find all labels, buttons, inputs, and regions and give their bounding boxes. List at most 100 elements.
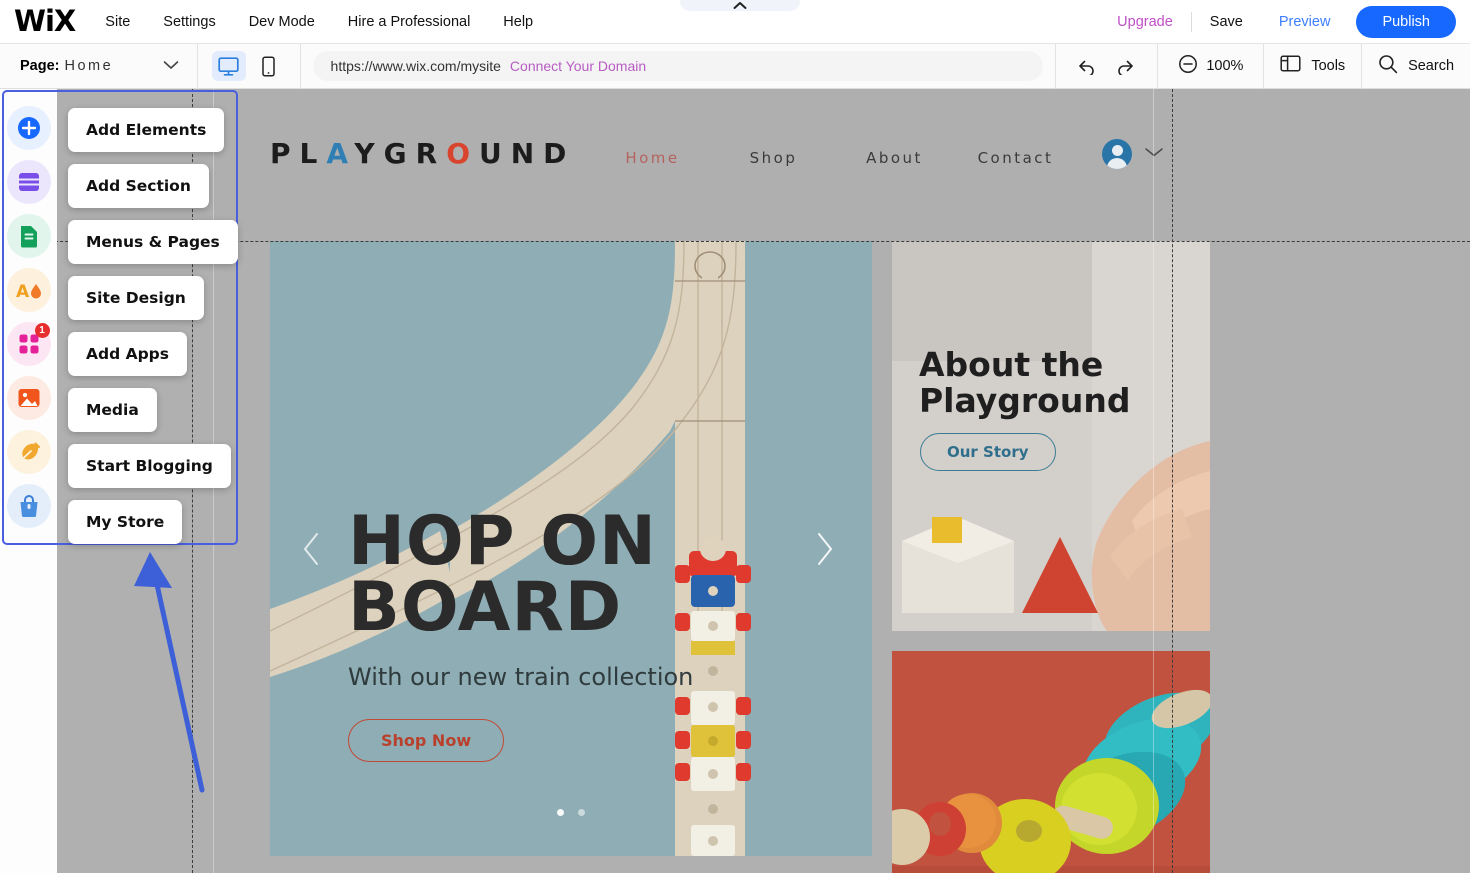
toys-photo (892, 651, 1210, 873)
sidebar-item-site-design[interactable]: A (7, 268, 51, 312)
menu-row: My Store (68, 500, 238, 556)
about-card-title: About the Playground (919, 347, 1130, 418)
redo-icon[interactable] (1111, 51, 1141, 81)
store-bag-icon (17, 493, 41, 519)
account-menu[interactable] (1102, 139, 1164, 169)
sidebar-item-add-section[interactable] (7, 160, 51, 204)
menu-item-help[interactable]: Help (503, 14, 533, 30)
carousel-prev-button[interactable] (292, 529, 332, 569)
menu-row: Add Apps (68, 332, 238, 388)
site-url-bar[interactable]: https://www.wix.com/mysite Connect Your … (313, 51, 1043, 81)
toys-card[interactable] (892, 651, 1210, 873)
menus-and-pages-button[interactable]: Menus & Pages (68, 220, 238, 264)
our-story-button[interactable]: Our Story (920, 433, 1056, 471)
apps-badge-count: 1 (35, 323, 50, 338)
nav-link-home[interactable]: Home (592, 149, 713, 167)
menu-row: Media (68, 388, 238, 444)
hero-title-line2: BOARD (348, 575, 693, 641)
upgrade-link[interactable]: Upgrade (1099, 14, 1191, 30)
media-image-icon (16, 387, 42, 409)
search-button[interactable]: Search (1362, 44, 1470, 89)
search-icon (1378, 54, 1398, 79)
guide-vertical-right (1172, 89, 1173, 873)
save-button[interactable]: Save (1192, 14, 1261, 30)
carousel-dot-2[interactable] (578, 809, 585, 816)
divider (300, 44, 301, 89)
publish-button[interactable]: Publish (1356, 6, 1456, 38)
svg-text:A: A (16, 282, 30, 302)
zoom-out-icon[interactable] (1178, 54, 1198, 79)
carousel-dot-1[interactable] (557, 809, 564, 816)
about-title-line2: Playground (919, 383, 1130, 419)
connect-domain-link[interactable]: Connect Your Domain (510, 58, 646, 74)
menu-item-dev-mode[interactable]: Dev Mode (249, 14, 315, 30)
site-design-button[interactable]: Site Design (68, 276, 204, 320)
shop-now-button[interactable]: Shop Now (348, 719, 504, 762)
history-controls (1055, 44, 1157, 89)
my-store-button[interactable]: My Store (68, 500, 182, 544)
carousel-next-button[interactable] (804, 529, 844, 569)
section-stack-icon (16, 170, 42, 194)
hero-slideshow[interactable]: HOP ON BOARD With our new train collecti… (270, 241, 872, 856)
add-apps-button[interactable]: Add Apps (68, 332, 187, 376)
mobile-icon[interactable] (252, 51, 286, 81)
editor-left-rail: A 1 (0, 90, 57, 874)
menu-row: Start Blogging (68, 444, 238, 500)
sidebar-item-add-elements[interactable] (7, 106, 51, 150)
sidebar-item-media[interactable] (7, 376, 51, 420)
menu-item-hire-a-professional[interactable]: Hire a Professional (348, 14, 471, 30)
site-navigation: Home Shop About Contact (592, 149, 1076, 167)
site-logo[interactable]: PLAYGROUND (270, 137, 575, 170)
zoom-control[interactable]: 100% (1158, 44, 1263, 89)
logo-part-1: PL (270, 137, 326, 170)
logo-part-a: A (326, 137, 354, 170)
menu-row: Add Elements (68, 108, 238, 164)
sidebar-item-add-apps[interactable]: 1 (7, 322, 51, 366)
nav-link-contact[interactable]: Contact (955, 149, 1076, 167)
media-button[interactable]: Media (68, 388, 157, 432)
editor-toolbar: Page: Home https://www.wix.com/mysite Co… (0, 44, 1470, 89)
hero-text-block: HOP ON BOARD With our new train collecti… (348, 509, 693, 762)
wix-logo[interactable]: WiX (14, 7, 75, 36)
about-title-line1: About the (919, 347, 1130, 383)
site-design-icon: A (15, 278, 43, 302)
chevron-up-icon (733, 1, 747, 10)
about-card[interactable]: About the Playground Our Story (892, 241, 1210, 631)
page-selector[interactable]: Page: Home (0, 44, 197, 89)
add-section-button[interactable]: Add Section (68, 164, 209, 208)
chevron-right-icon (812, 531, 836, 567)
search-label: Search (1408, 58, 1454, 74)
logo-part-o: O (446, 137, 479, 170)
menu-row: Menus & Pages (68, 220, 238, 276)
nav-link-shop[interactable]: Shop (713, 149, 834, 167)
collapsed-panel-tab[interactable] (680, 0, 800, 11)
blog-pen-icon (16, 439, 42, 465)
zoom-level-label: 100% (1206, 58, 1243, 74)
account-avatar-icon (1102, 139, 1132, 169)
site-url-text: https://www.wix.com/mysite (331, 58, 501, 74)
start-blogging-button[interactable]: Start Blogging (68, 444, 231, 488)
sidebar-item-start-blogging[interactable] (7, 430, 51, 474)
menu-item-site[interactable]: Site (105, 14, 130, 30)
page-selector-value: Home (65, 58, 114, 74)
desktop-icon[interactable] (212, 51, 246, 81)
tools-button[interactable]: Tools (1264, 44, 1361, 89)
section-edge-right (1153, 89, 1154, 873)
sidebar-item-my-store[interactable] (7, 484, 51, 528)
site-header: PLAYGROUND Home Shop About Contact (57, 89, 1470, 241)
undo-icon[interactable] (1071, 51, 1101, 81)
top-menu: Site Settings Dev Mode Hire a Profession… (105, 14, 533, 30)
nav-link-about[interactable]: About (834, 149, 955, 167)
preview-button[interactable]: Preview (1261, 14, 1349, 30)
add-plus-icon (16, 115, 42, 141)
menu-item-settings[interactable]: Settings (163, 14, 215, 30)
carousel-dots (270, 809, 872, 816)
sidebar-item-menus-and-pages[interactable] (7, 214, 51, 258)
chevron-down-icon (1144, 145, 1164, 163)
add-elements-button[interactable]: Add Elements (68, 108, 224, 152)
site-preview[interactable]: PLAYGROUND Home Shop About Contact (57, 89, 1470, 873)
logo-part-mid: YGR (354, 137, 446, 170)
chevron-left-icon (300, 531, 324, 567)
logo-part-end: UND (479, 137, 575, 170)
page-selector-label: Page: (20, 58, 60, 74)
